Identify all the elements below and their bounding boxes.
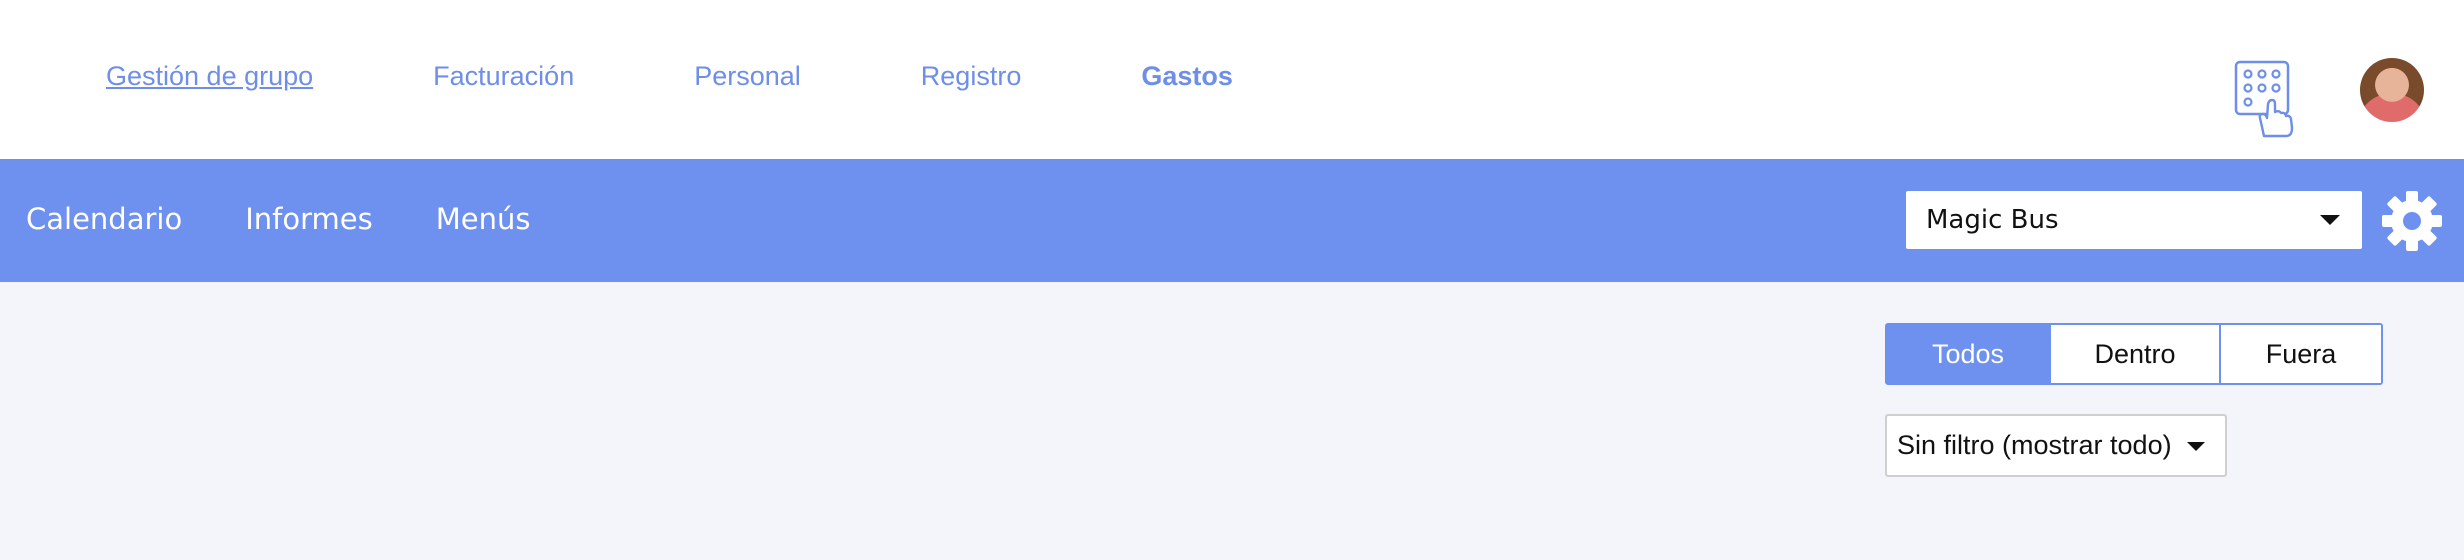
segment-fuera[interactable]: Fuera (2219, 325, 2381, 383)
segment-todos[interactable]: Todos (1887, 325, 2049, 383)
user-avatar[interactable] (2360, 58, 2424, 122)
gear-icon[interactable] (2380, 189, 2444, 253)
group-select-value: Magic Bus (1926, 205, 2059, 235)
chevron-down-icon (2320, 215, 2340, 225)
top-nav: Gestión de grupo Facturación Personal Re… (106, 58, 1233, 94)
group-select[interactable]: Magic Bus (1906, 191, 2362, 249)
top-nav-personal[interactable]: Personal (694, 58, 801, 94)
sub-nav-calendario[interactable]: Calendario (26, 199, 182, 239)
filter-select-value: Sin filtro (mostrar todo) (1897, 430, 2172, 460)
sub-bar: Calendario Informes Menús Magic Bus (0, 159, 2464, 282)
filter-select[interactable]: Sin filtro (mostrar todo) (1885, 414, 2227, 477)
chevron-down-icon (2187, 442, 2205, 451)
top-nav-facturacion[interactable]: Facturación (433, 58, 574, 94)
sub-nav-informes[interactable]: Informes (245, 199, 373, 239)
top-nav-gestion-de-grupo[interactable]: Gestión de grupo (106, 58, 313, 94)
top-nav-gastos[interactable]: Gastos (1141, 58, 1233, 94)
keypad-touch-icon[interactable] (2234, 60, 2302, 138)
segment-dentro[interactable]: Dentro (2049, 325, 2219, 383)
top-nav-registro[interactable]: Registro (921, 58, 1022, 94)
sub-nav: Calendario Informes Menús (26, 199, 593, 239)
sub-nav-menus[interactable]: Menús (436, 199, 531, 239)
top-bar: Gestión de grupo Facturación Personal Re… (0, 0, 2464, 159)
in-out-segmented-control: Todos Dentro Fuera (1885, 323, 2383, 385)
